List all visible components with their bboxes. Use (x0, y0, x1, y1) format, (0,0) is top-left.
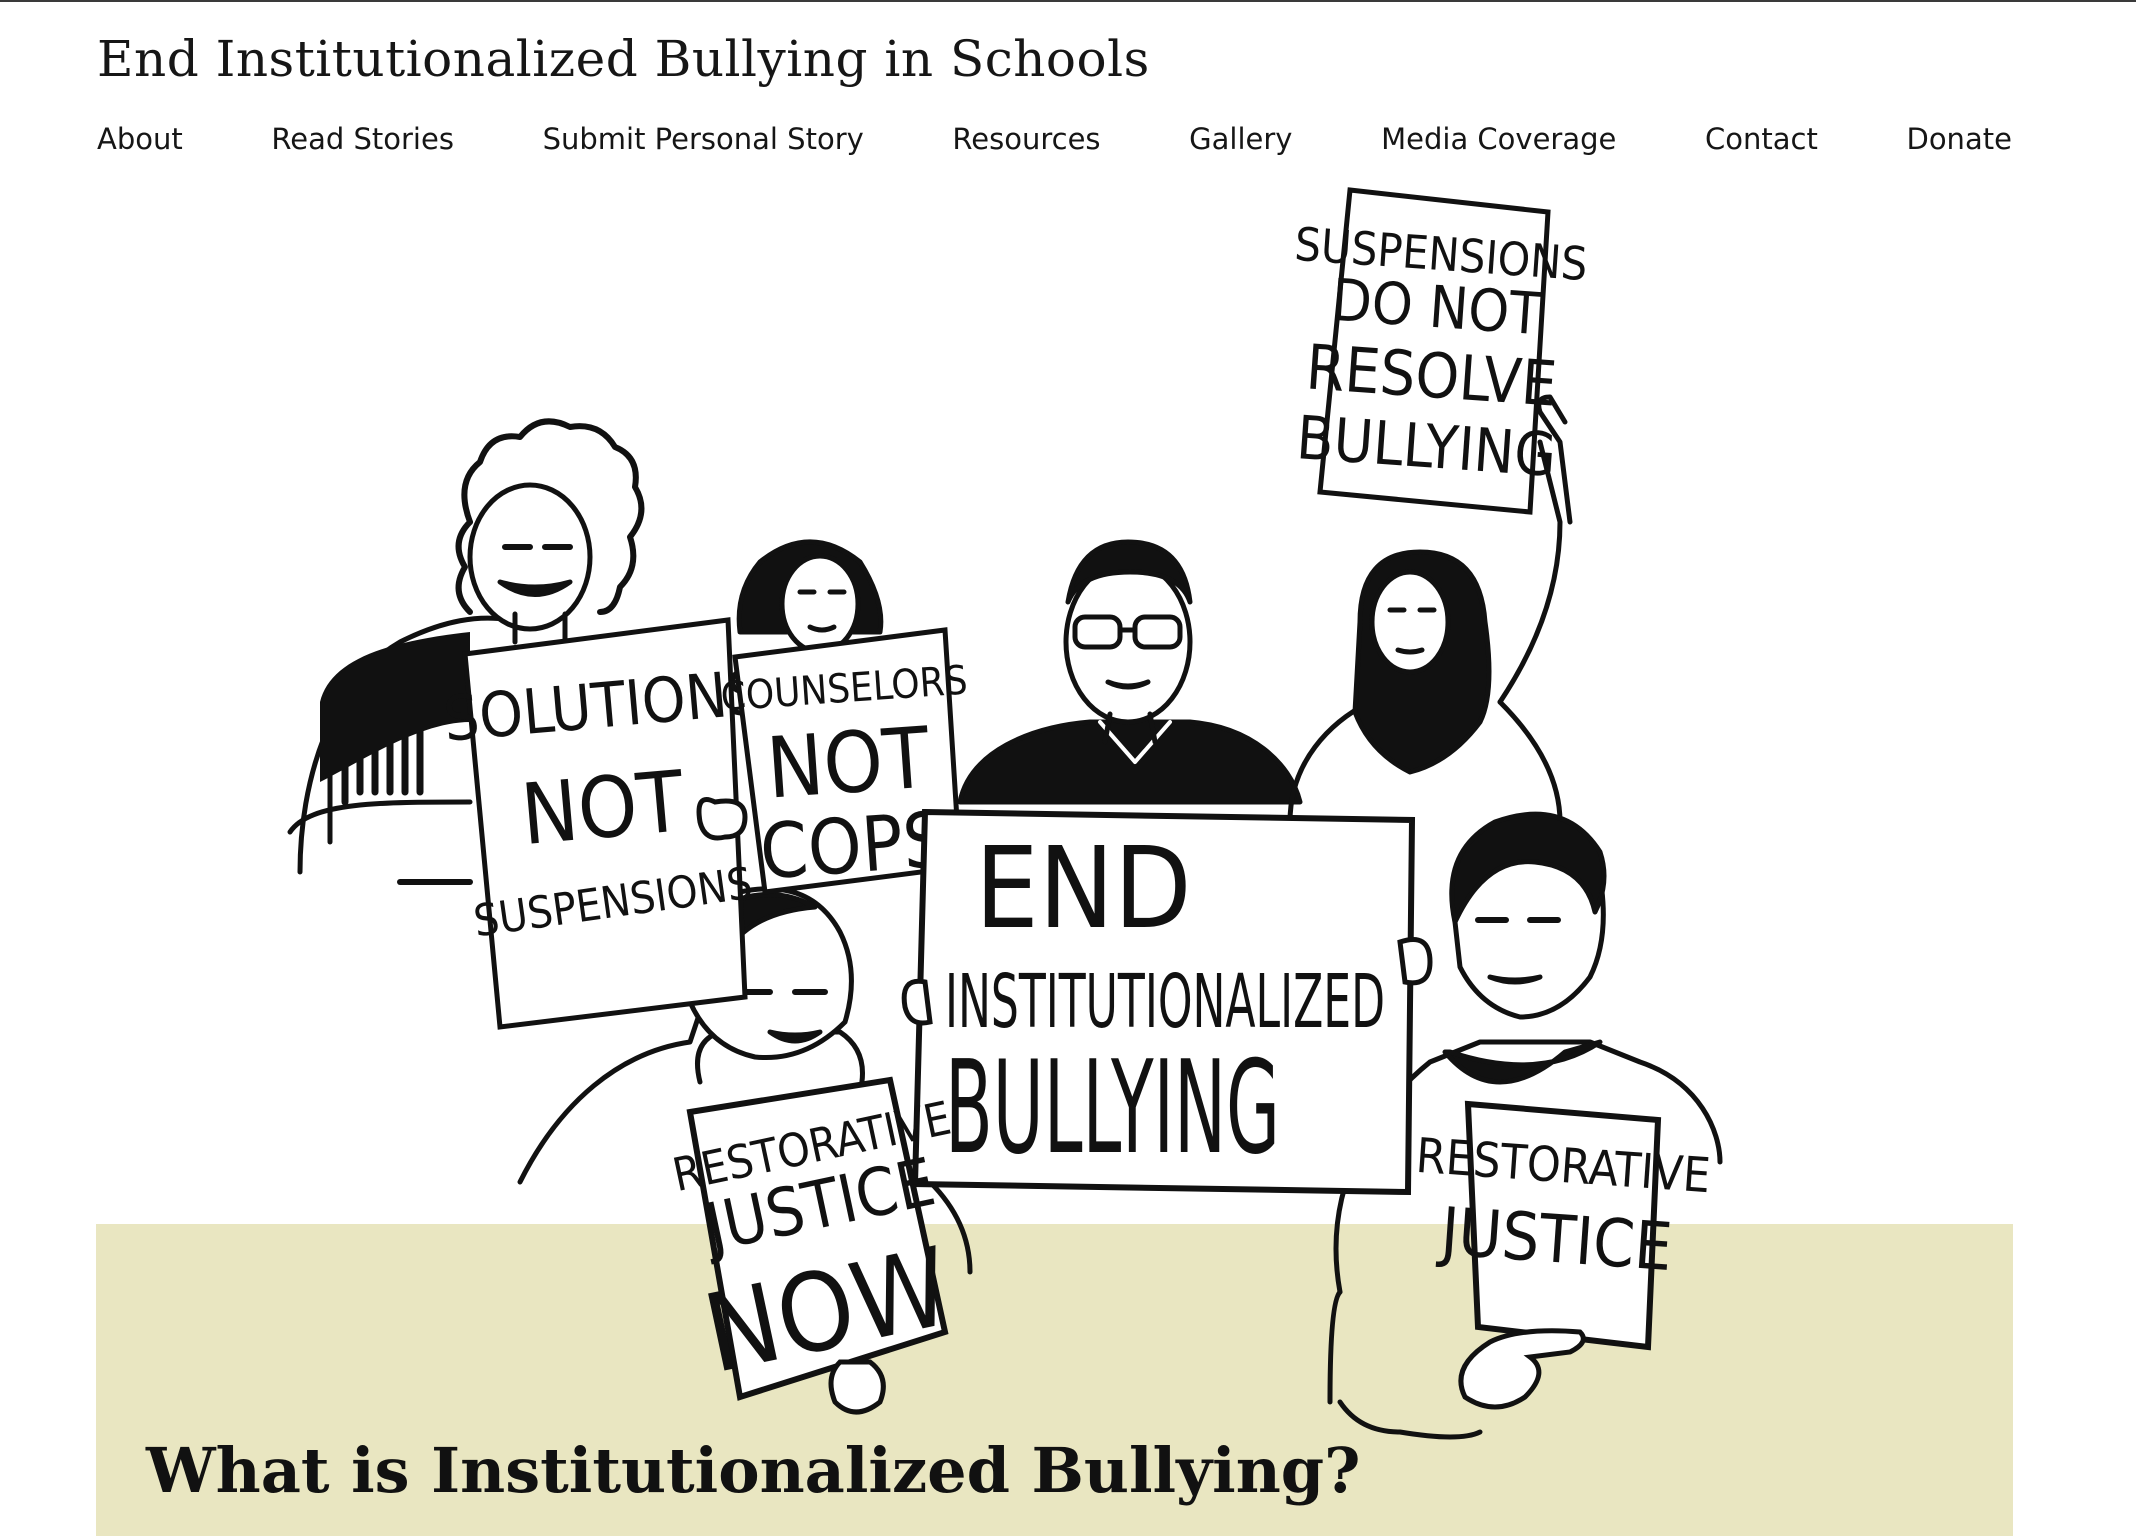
nav-gallery[interactable]: Gallery (1189, 122, 1292, 156)
sign-end-institutionalized-bullying: END INSTITUTIONALIZED BULLYING (911, 808, 1416, 1196)
protester-curly-hair (287, 418, 645, 885)
main-nav: About Read Stories Submit Personal Story… (97, 118, 2012, 160)
sign-solutions-line-2: NOT (517, 752, 688, 864)
nav-resources[interactable]: Resources (952, 122, 1100, 156)
sign-suspensions-line-4: BULLYING (1294, 403, 1558, 491)
sign-counselors-line-1: COUNSELORS (719, 657, 969, 720)
nav-contact[interactable]: Contact (1705, 122, 1818, 156)
sign-suspensions-line-2: DO NOT (1329, 266, 1544, 349)
nav-donate[interactable]: Donate (1906, 122, 2011, 156)
protester-hijab (1287, 394, 1573, 825)
sign-counselors-not-cops: COUNSELORS NOT COPS (719, 627, 969, 897)
sign-restorative-line-1: RESTORATIVE (1414, 1128, 1712, 1204)
section-title-what-is-institutionalized-bullying: What is Institutionalized Bullying? (146, 1434, 1361, 1507)
site-title[interactable]: End Institutionalized Bullying in School… (97, 30, 1150, 88)
protester-glasses (957, 539, 1303, 805)
nav-read-stories[interactable]: Read Stories (271, 122, 454, 156)
sign-solutions-line-1: SOLUTIONS (441, 655, 766, 756)
sign-end-line-1: END (975, 824, 1192, 954)
sign-counselors-line-3: COPS (757, 795, 949, 897)
sign-solutions-not-suspensions: SOLUTIONS NOT SUSPENSIONS (441, 617, 766, 1030)
sign-end-line-3: BULLYING (945, 1034, 1280, 1183)
nav-media-coverage[interactable]: Media Coverage (1381, 122, 1616, 156)
nav-submit-personal-story[interactable]: Submit Personal Story (543, 122, 864, 156)
sign-suspensions-line-1: SUSPENSIONS (1293, 217, 1589, 291)
protester-foreground-girl (517, 886, 973, 1275)
sign-end-line-2: INSTITUTIONALIZED (945, 959, 1385, 1045)
nav-about[interactable]: About (97, 122, 183, 156)
sign-suspensions-do-not-resolve-bullying: SUSPENSIONS DO NOT RESOLVE BULLYING (1293, 187, 1589, 515)
sign-suspensions-line-3: RESOLVE (1304, 330, 1559, 420)
sign-solutions-line-3: SUSPENSIONS (471, 858, 756, 948)
sign-restorative-now-line-1: RESTORATIVE (668, 1091, 956, 1203)
sign-counselors-line-2: NOT (764, 708, 933, 817)
protester-long-hair (736, 539, 884, 655)
